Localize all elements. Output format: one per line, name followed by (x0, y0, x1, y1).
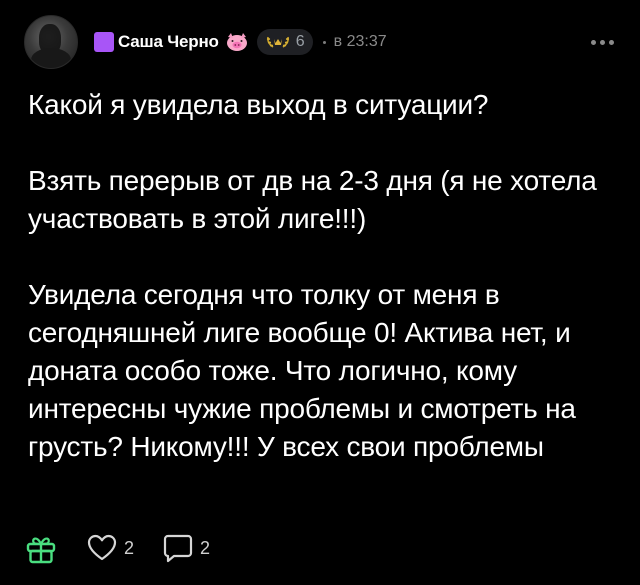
author-name[interactable]: Саша Черно (118, 32, 219, 52)
meta-separator-dot (322, 40, 326, 44)
avatar[interactable] (24, 15, 78, 69)
post-header: Саша Черно 6 в 23:37 (24, 14, 624, 70)
more-dot (609, 40, 614, 45)
purple-square-badge (94, 32, 114, 52)
post-paragraph: Взять перерыв от дв на 2-3 дня (я не хот… (28, 165, 597, 234)
post-time: в 23:37 (333, 33, 387, 50)
level-badge[interactable]: 6 (256, 29, 313, 55)
pig-face-icon (226, 33, 247, 51)
like-button[interactable]: 2 (86, 532, 134, 564)
post-actions: 2 2 (24, 528, 210, 568)
heart-icon (87, 534, 117, 561)
post-paragraph: Увидела сегодня что толку от меня в сего… (28, 279, 576, 462)
more-dot (591, 40, 596, 45)
post-body: Какой я увидела выход в ситуации? Взять … (28, 86, 618, 466)
post-card: Саша Черно 6 в 23:37 Какой я увидела вых… (0, 0, 640, 585)
comment-bubble-icon (163, 534, 193, 563)
more-dots-icon[interactable] (591, 40, 614, 45)
laurel-wreath-icon (266, 36, 289, 48)
avatar-shoulders (31, 48, 71, 68)
post-paragraph: Какой я увидела выход в ситуации? (28, 89, 489, 120)
comment-count: 2 (200, 537, 211, 558)
comment-button[interactable]: 2 (162, 532, 210, 564)
author-info: Саша Черно 6 в 23:37 (94, 27, 387, 57)
gift-icon[interactable] (24, 531, 58, 565)
like-count: 2 (124, 537, 135, 558)
more-dot (600, 40, 605, 45)
level-number: 6 (295, 33, 305, 50)
